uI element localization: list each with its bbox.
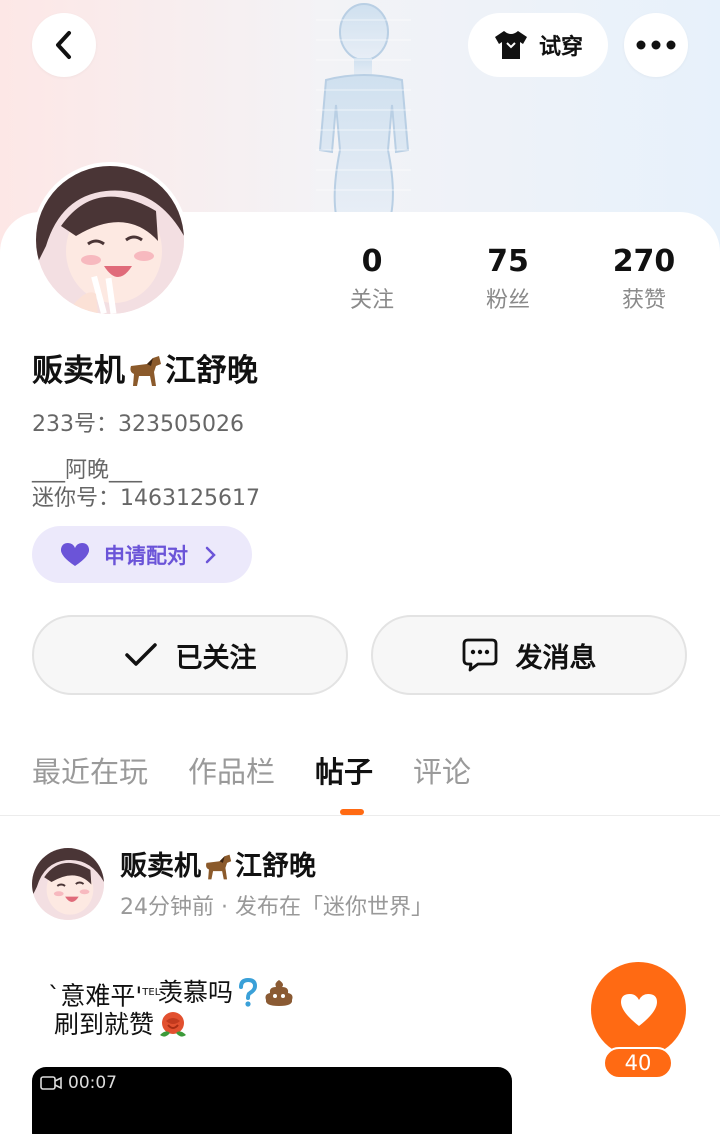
post-line2-text: 羡慕吗 (158, 978, 234, 1007)
video-duration-text: 00:07 (68, 1073, 117, 1093)
post-author-part1: 贩卖机 (120, 851, 201, 882)
stat-likes-value: 270 (612, 244, 676, 279)
anime-girl-avatar-icon (32, 848, 104, 920)
check-icon (124, 643, 157, 666)
profile-nickname: 贩卖机 江舒晚 (32, 348, 258, 394)
try-on-label: 试穿 (538, 35, 583, 60)
question-emoji-icon (239, 978, 258, 1007)
tab-recently-played[interactable]: 最近在玩 (32, 748, 148, 796)
like-count-badge: 40 (603, 1047, 673, 1079)
post-line1-text: `意难平' (47, 981, 143, 1011)
heart-icon (60, 542, 90, 566)
back-button[interactable] (32, 13, 96, 77)
profile-id-line: 233号：323505026 (32, 406, 244, 438)
post-line3-text: 刷到就赞 (54, 1010, 155, 1039)
horse-emoji-icon (206, 854, 232, 880)
stat-fans[interactable]: 75 粉丝 (448, 240, 568, 318)
try-on-button[interactable]: 试穿 (468, 13, 608, 77)
tab-works[interactable]: 作品栏 (188, 748, 275, 796)
post-meta: 24分钟前 · 发布在「迷你世界」 (120, 895, 433, 920)
profile-id-value: 323505026 (118, 412, 244, 437)
anime-girl-avatar-icon (36, 166, 184, 314)
like-heart-icon (620, 993, 657, 1026)
rose-emoji-icon (160, 1012, 187, 1037)
video-duration: 00:07 (40, 1073, 117, 1093)
more-dots-icon (636, 40, 676, 50)
avatar-figure-icon (316, 3, 411, 215)
stat-following[interactable]: 0 关注 (312, 240, 432, 318)
tabs-divider (0, 815, 720, 816)
profile-id-label: 233号： (32, 412, 118, 437)
post-text-line1: `意难平'TEL (32, 942, 160, 1013)
profile-avatar[interactable] (32, 162, 188, 318)
post-author-avatar[interactable] (32, 848, 104, 920)
profile-tabs: 最近在玩 作品栏 帖子 评论 (32, 748, 471, 796)
send-message-label: 发消息 (515, 642, 597, 674)
request-pairing-button[interactable]: 申请配对 (32, 526, 252, 583)
stat-following-value: 0 (361, 244, 383, 279)
video-camera-icon (40, 1076, 62, 1090)
send-message-button[interactable]: 发消息 (371, 615, 687, 695)
like-button[interactable] (591, 962, 686, 1057)
chat-bubble-icon (462, 638, 497, 672)
post-text-line2: 羡慕吗 (158, 976, 295, 1010)
post-video[interactable]: 00:07 (32, 1067, 512, 1134)
horse-emoji-icon (130, 356, 161, 386)
followed-label: 已关注 (175, 642, 257, 674)
followed-button[interactable]: 已关注 (32, 615, 348, 695)
post-text-line3: 刷到就赞 (54, 1008, 190, 1042)
mini-id-label: 迷你号： (32, 486, 121, 511)
back-arrow-icon (56, 31, 71, 59)
tab-posts[interactable]: 帖子 (315, 748, 373, 796)
post-author-name[interactable]: 贩卖机 江舒晚 (120, 846, 316, 888)
profile-signature-line2: 迷你号：1463125617 (32, 480, 260, 512)
poop-emoji-icon (265, 980, 293, 1006)
tshirt-icon (494, 31, 527, 59)
stat-likes[interactable]: 270 获赞 (584, 240, 704, 318)
stat-following-label: 关注 (349, 288, 394, 313)
more-options-button[interactable] (624, 13, 688, 77)
stat-likes-label: 获赞 (621, 288, 666, 313)
stat-fans-label: 粉丝 (485, 288, 530, 313)
chevron-right-icon (205, 546, 216, 563)
request-pairing-label: 申请配对 (104, 543, 188, 568)
nickname-part1: 贩卖机 (32, 353, 125, 389)
mini-id-value: 1463125617 (120, 486, 260, 511)
stat-fans-value: 75 (487, 244, 529, 279)
tab-comments[interactable]: 评论 (413, 748, 471, 796)
post-author-part2: 江舒晚 (235, 851, 316, 882)
nickname-part2: 江舒晚 (165, 353, 258, 389)
